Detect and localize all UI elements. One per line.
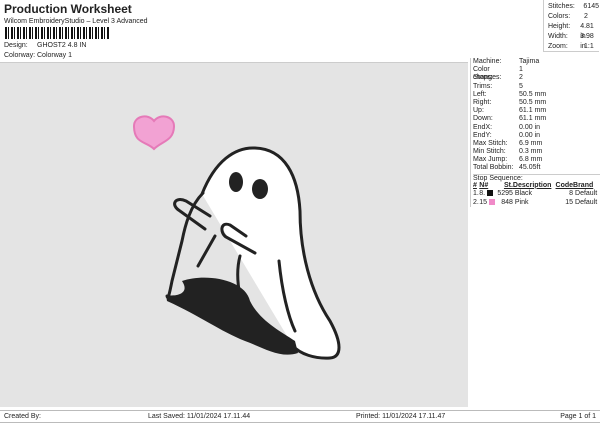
design-label: Design:: [4, 42, 28, 49]
colorway-row: Colorway: Colorway 1: [4, 52, 72, 59]
detail-row: Stops: 2: [473, 74, 600, 82]
detail-value: 61.1 mm: [519, 115, 547, 123]
stat-value: 1:1: [584, 43, 594, 50]
detail-value: 45.05ft: [519, 164, 541, 172]
detail-row: Max Jump: 6.8 mm: [473, 156, 600, 164]
needle-number: 8.: [479, 189, 486, 197]
colorway-value: Colorway 1: [37, 52, 73, 59]
stat-value: 4.81 in: [580, 23, 594, 40]
detail-row: Total Bobbin: 45.05ft: [473, 164, 600, 172]
stat-label: Width:: [548, 33, 568, 40]
detail-value: 0.00 in: [519, 123, 541, 131]
detail-row: Left: 50.5 mm: [473, 91, 600, 99]
detail-label: Max Jump:: [473, 156, 508, 164]
stats-box: (function(){const d=JSON.parse(document.…: [543, 0, 599, 52]
detail-label: Down:: [473, 115, 493, 123]
column-header: N#: [479, 181, 489, 189]
detail-value: 0.00 in: [519, 131, 541, 139]
barcode: [5, 27, 110, 39]
created-by: Created By:: [4, 413, 41, 420]
table-row: 1. 8. 5295 Black 8 Default: [473, 189, 599, 198]
design-value: GHOST2 4.8 IN: [37, 42, 87, 49]
stat-row: Colors: 2: [548, 12, 599, 22]
stop-sequence-table: # N# St. Description Code Brand 1. 8. 5295 Black…: [473, 182, 599, 207]
detail-row: Right: 50.5 mm: [473, 99, 600, 107]
description: Pink: [514, 198, 529, 206]
page-title: Production Worksheet: [4, 2, 132, 16]
detail-value: Tajima: [519, 58, 540, 65]
stat-label: Zoom:: [548, 43, 568, 50]
description: Black: [514, 189, 533, 197]
detail-label: EndY:: [473, 131, 492, 139]
detail-row: Trims: 5: [473, 83, 600, 91]
stop-sequence-title: Stop Sequence:: [473, 173, 600, 182]
stat-row: Zoom: 1:1: [548, 42, 599, 52]
color-swatch: [489, 198, 496, 205]
design-preview: [0, 62, 468, 407]
design-row: Design: GHOST2 4.8 IN: [4, 42, 86, 49]
stat-value: 3.98 in: [580, 33, 594, 50]
detail-row: EndY: 0.00 in: [473, 132, 600, 140]
stat-label: Stitches:: [548, 3, 575, 10]
detail-value: 50.5 mm: [519, 98, 547, 106]
last-saved: Last Saved: 11/01/2024 17.11.44: [148, 413, 251, 420]
detail-value: 6.8 mm: [519, 156, 543, 164]
stitches: 848: [501, 198, 513, 206]
stat-label: Height:: [548, 23, 571, 30]
table-row: 2. 15 848 Pink 15 Default: [473, 198, 599, 207]
printed: Printed: 11/01/2024 17.11.47: [356, 413, 446, 420]
detail-row: Down: 61.1 mm: [473, 115, 600, 123]
needle: 15: [479, 198, 496, 207]
detail-label: Max Stitch:: [473, 139, 508, 147]
detail-row: Machine: Tajima: [473, 58, 600, 66]
detail-label: Color changes:: [473, 66, 502, 82]
detail-value: 2: [519, 74, 523, 82]
column-header: Description: [512, 181, 552, 189]
detail-label: Trims:: [473, 82, 493, 90]
detail-value: 1: [519, 66, 523, 74]
colorway-label: Colorway:: [4, 52, 36, 59]
column-header: Brand: [573, 181, 594, 189]
needle: 8.: [479, 189, 496, 198]
detail-row: Max Stitch: 6.9 mm: [473, 140, 600, 148]
column-header: St.: [503, 181, 513, 189]
detail-value: 50.5 mm: [519, 90, 547, 98]
footer: Created By: Last Saved: 11/01/2024 17.11…: [0, 410, 600, 423]
stitches: 5295: [497, 189, 513, 197]
heart-icon: [132, 115, 176, 151]
detail-label: Min Stitch:: [473, 148, 506, 156]
column-header: Code: [555, 181, 574, 189]
detail-label: Right:: [473, 98, 492, 106]
stat-row: Stitches: 6145: [548, 2, 599, 12]
detail-value: 6.9 mm: [519, 139, 543, 147]
stat-value: 6145: [583, 3, 599, 10]
stat-label: Colors:: [548, 13, 571, 20]
detail-value: 5: [519, 82, 523, 90]
stat-value: 2: [584, 13, 588, 20]
detail-label: Left:: [473, 90, 487, 98]
color-swatch: [487, 189, 494, 196]
detail-row: Up: 61.1 mm: [473, 107, 600, 115]
code: 8: [569, 189, 574, 197]
stat-row: Width: 3.98 in: [548, 32, 599, 50]
detail-label: Total Bobbin:: [473, 164, 514, 172]
code: 15: [565, 198, 574, 206]
detail-value: 0.3 mm: [519, 148, 543, 156]
details-panel: (function(){const d=JSON.parse(document.…: [470, 58, 600, 207]
detail-value: 61.1 mm: [519, 107, 547, 115]
brand: Default: [575, 198, 598, 206]
detail-row: EndX: 0.00 in: [473, 124, 600, 132]
detail-label: Machine:: [473, 58, 502, 65]
detail-label: EndX:: [473, 123, 493, 131]
needle-number: 15: [479, 198, 488, 206]
page-number: Page 1 of 1: [560, 413, 596, 420]
stat-row: Height: 4.81 in: [548, 22, 599, 40]
ghost-embroidery: [165, 146, 341, 360]
detail-label: Up:: [473, 107, 484, 115]
software-name: Wilcom EmbroideryStudio – Level 3 Advanc…: [4, 18, 148, 25]
detail-label: Stops:: [473, 74, 493, 82]
brand: Default: [575, 189, 598, 197]
detail-row: Color changes: 1: [473, 66, 600, 82]
detail-row: Min Stitch: 0.3 mm: [473, 148, 600, 156]
